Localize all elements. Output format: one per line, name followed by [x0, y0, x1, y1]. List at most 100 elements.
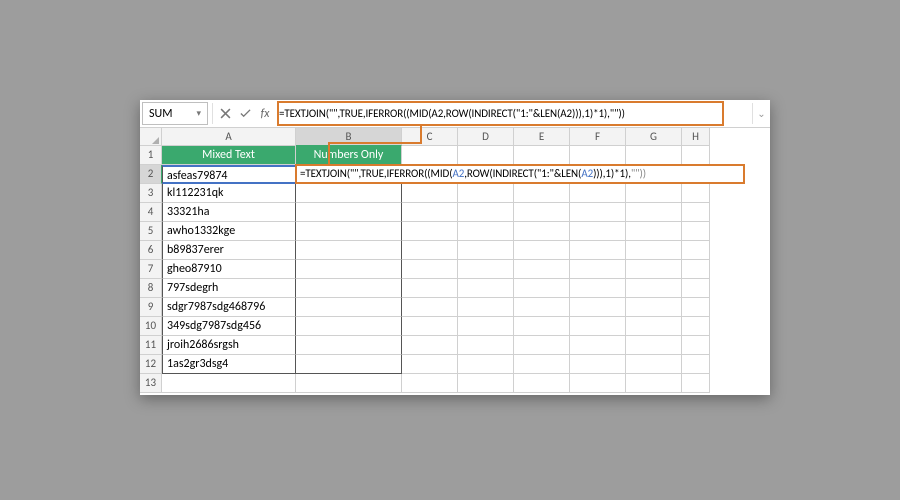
cell[interactable]	[626, 298, 682, 317]
cell[interactable]	[296, 260, 402, 279]
cell[interactable]: 1as2gr3dsg4	[162, 355, 296, 374]
cell[interactable]	[682, 260, 710, 279]
cancel-formula-button[interactable]	[215, 100, 235, 127]
cell[interactable]	[626, 279, 682, 298]
cell[interactable]	[458, 317, 514, 336]
row-header[interactable]: 11	[140, 336, 162, 355]
cell[interactable]: 33321ha	[162, 203, 296, 222]
select-all-cell[interactable]	[140, 128, 162, 146]
cell[interactable]	[402, 317, 458, 336]
cell[interactable]	[402, 374, 458, 393]
cell[interactable]	[296, 374, 402, 393]
cell[interactable]	[514, 146, 570, 165]
row-header[interactable]: 4	[140, 203, 162, 222]
cell[interactable]	[626, 146, 682, 165]
cell[interactable]: b89837erer	[162, 241, 296, 260]
row-header[interactable]: 6	[140, 241, 162, 260]
cell[interactable]	[514, 374, 570, 393]
name-box[interactable]: SUM ▾	[142, 102, 208, 125]
cell[interactable]	[296, 279, 402, 298]
cell[interactable]	[458, 222, 514, 241]
cell[interactable]: Numbers Only	[296, 146, 402, 165]
cell[interactable]	[682, 298, 710, 317]
cell[interactable]	[682, 279, 710, 298]
cell[interactable]: sdgr7987sdg468796	[162, 298, 296, 317]
cell[interactable]	[570, 374, 626, 393]
cell[interactable]	[458, 184, 514, 203]
cell[interactable]	[458, 203, 514, 222]
cell[interactable]	[402, 298, 458, 317]
cell[interactable]	[682, 317, 710, 336]
row-header[interactable]: 5	[140, 222, 162, 241]
cell[interactable]	[402, 146, 458, 165]
cell[interactable]	[514, 355, 570, 374]
cell[interactable]	[626, 203, 682, 222]
cell[interactable]	[682, 374, 710, 393]
cell[interactable]	[514, 184, 570, 203]
cell[interactable]	[514, 222, 570, 241]
cell[interactable]	[570, 203, 626, 222]
cell[interactable]	[514, 203, 570, 222]
cell[interactable]	[682, 336, 710, 355]
cell[interactable]	[682, 241, 710, 260]
cell[interactable]	[682, 203, 710, 222]
cell[interactable]	[514, 260, 570, 279]
cell[interactable]	[402, 260, 458, 279]
cell[interactable]	[682, 146, 710, 165]
col-header-A[interactable]: A	[162, 128, 296, 146]
cell[interactable]	[514, 336, 570, 355]
cell[interactable]	[458, 374, 514, 393]
col-header-H[interactable]: H	[682, 128, 710, 146]
cell[interactable]: jroih2686srgsh	[162, 336, 296, 355]
cell[interactable]	[626, 222, 682, 241]
cell[interactable]	[626, 355, 682, 374]
row-header[interactable]: 12	[140, 355, 162, 374]
cell[interactable]	[570, 222, 626, 241]
row-header[interactable]: 8	[140, 279, 162, 298]
cell[interactable]	[570, 298, 626, 317]
cell[interactable]: 797sdegrh	[162, 279, 296, 298]
col-header-F[interactable]: F	[570, 128, 626, 146]
cell[interactable]	[626, 241, 682, 260]
cell[interactable]	[402, 184, 458, 203]
row-header[interactable]: 3	[140, 184, 162, 203]
cell[interactable]	[458, 336, 514, 355]
cell[interactable]	[162, 374, 296, 393]
cell[interactable]	[514, 241, 570, 260]
cell[interactable]: kl112231qk	[162, 184, 296, 203]
row-header[interactable]: 10	[140, 317, 162, 336]
formula-input[interactable]: =TEXTJOIN("",TRUE,IFERROR((MID(A2,ROW(IN…	[275, 100, 752, 127]
cell[interactable]	[626, 184, 682, 203]
cell[interactable]	[514, 279, 570, 298]
cell[interactable]: 349sdg7987sdg456	[162, 317, 296, 336]
col-header-D[interactable]: D	[458, 128, 514, 146]
col-header-G[interactable]: G	[626, 128, 682, 146]
cell[interactable]	[570, 146, 626, 165]
col-header-E[interactable]: E	[514, 128, 570, 146]
cell[interactable]	[402, 241, 458, 260]
cell[interactable]	[570, 241, 626, 260]
cell[interactable]	[296, 241, 402, 260]
row-header[interactable]: 13	[140, 374, 162, 393]
expand-formula-bar-button[interactable]: ⌄	[752, 103, 770, 124]
cell[interactable]	[402, 203, 458, 222]
cell[interactable]	[458, 355, 514, 374]
cell[interactable]: gheo87910	[162, 260, 296, 279]
cell[interactable]: awho1332kge	[162, 222, 296, 241]
cell[interactable]	[514, 317, 570, 336]
insert-function-button[interactable]: fx	[255, 100, 275, 127]
cell[interactable]	[682, 184, 710, 203]
row-header[interactable]: 1	[140, 146, 162, 165]
cell[interactable]	[682, 355, 710, 374]
cell[interactable]	[458, 241, 514, 260]
enter-formula-button[interactable]	[235, 100, 255, 127]
cell[interactable]	[626, 374, 682, 393]
cell[interactable]	[402, 355, 458, 374]
row-header[interactable]: 2	[140, 165, 162, 184]
row-header[interactable]: 9	[140, 298, 162, 317]
cell[interactable]	[296, 336, 402, 355]
cell[interactable]	[296, 203, 402, 222]
cell[interactable]: =TEXTJOIN("",TRUE,IFERROR((MID(A2,ROW(IN…	[296, 165, 402, 184]
cell[interactable]	[682, 222, 710, 241]
cell[interactable]: asfeas79874	[162, 165, 296, 184]
